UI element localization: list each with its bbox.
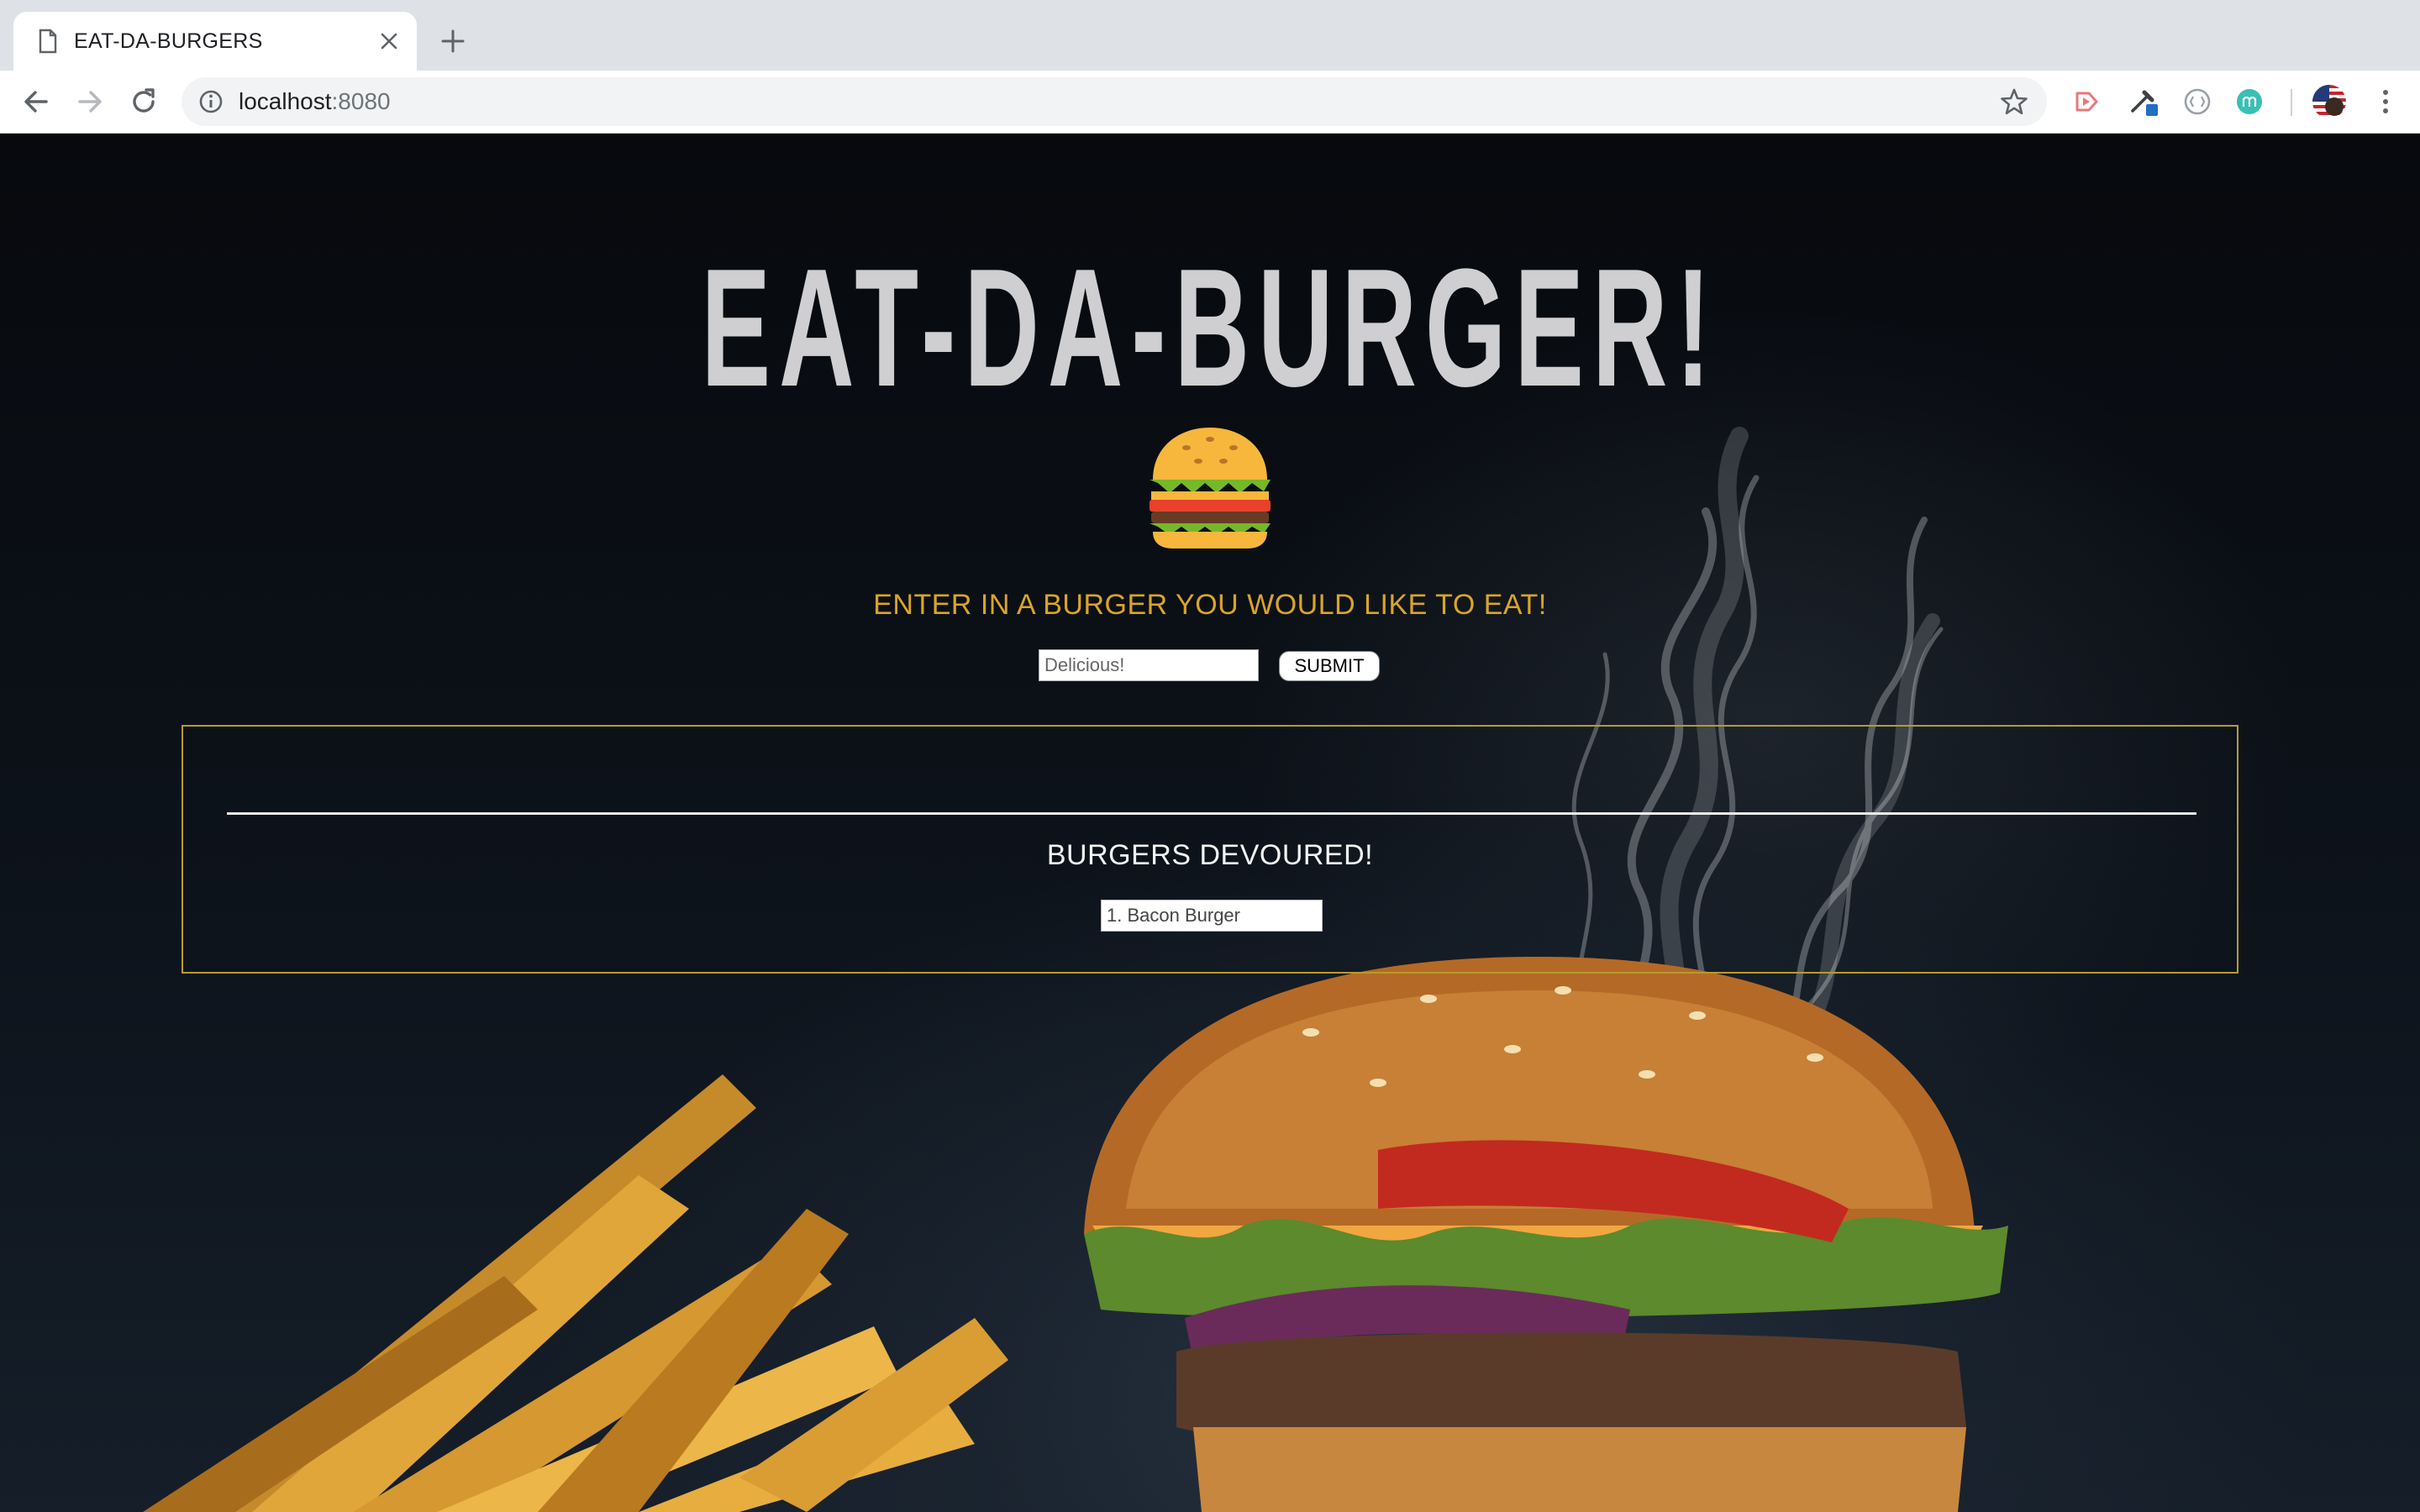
page-title: EAT-DA-BURGER!	[701, 234, 1719, 422]
more-menu-icon[interactable]	[2370, 86, 2402, 118]
extension-play-icon[interactable]	[2070, 86, 2102, 118]
address-bar[interactable]: localhost:8080	[182, 77, 2047, 126]
forward-arrow-icon[interactable]	[74, 86, 106, 118]
document-icon	[39, 29, 57, 54]
burger-image	[1084, 957, 2008, 1512]
avatar[interactable]	[2311, 83, 2348, 120]
divider	[227, 812, 2196, 815]
browser-toolbar: localhost:8080	[0, 71, 2420, 134]
burger-name-input[interactable]	[1039, 649, 1259, 681]
browser-tab[interactable]: EAT-DA-BURGERS	[13, 12, 417, 71]
circle-extension-icon[interactable]	[2181, 86, 2213, 118]
devoured-heading: BURGERS DEVOURED!	[1046, 839, 1374, 871]
toolbar-separator	[2291, 89, 2292, 116]
star-icon[interactable]	[2000, 87, 2028, 116]
url-text[interactable]: localhost:8080	[239, 88, 391, 115]
fries-image	[143, 1074, 1008, 1512]
page-content: EAT-DA-BURGER! ENTER IN A BURGER YOU WOU…	[0, 134, 2420, 1512]
url-port: :8080	[331, 88, 391, 114]
info-icon[interactable]	[198, 89, 224, 114]
m-extension-icon[interactable]	[2233, 86, 2265, 118]
burger-entry-prompt: ENTER IN A BURGER YOU WOULD LIKE TO EAT!	[873, 589, 1547, 621]
close-icon[interactable]	[380, 32, 398, 50]
submit-button[interactable]: SUBMIT	[1279, 651, 1380, 681]
reload-icon[interactable]	[128, 86, 160, 118]
url-host: localhost	[239, 88, 332, 114]
devoured-list-item: 1. Bacon Burger	[1101, 900, 1323, 932]
browser-tab-bar: EAT-DA-BURGERS	[0, 0, 2420, 71]
eyedropper-extension-icon[interactable]	[2128, 86, 2160, 118]
tab-title: EAT-DA-BURGERS	[74, 29, 263, 53]
burger-emoji-icon	[1150, 428, 1270, 549]
back-arrow-icon[interactable]	[20, 86, 52, 118]
plus-icon[interactable]	[440, 29, 466, 54]
devoured-panel: BURGERS DEVOURED! 1. Bacon Burger	[182, 725, 2238, 974]
burger-and-fries-photo	[143, 957, 2008, 1512]
